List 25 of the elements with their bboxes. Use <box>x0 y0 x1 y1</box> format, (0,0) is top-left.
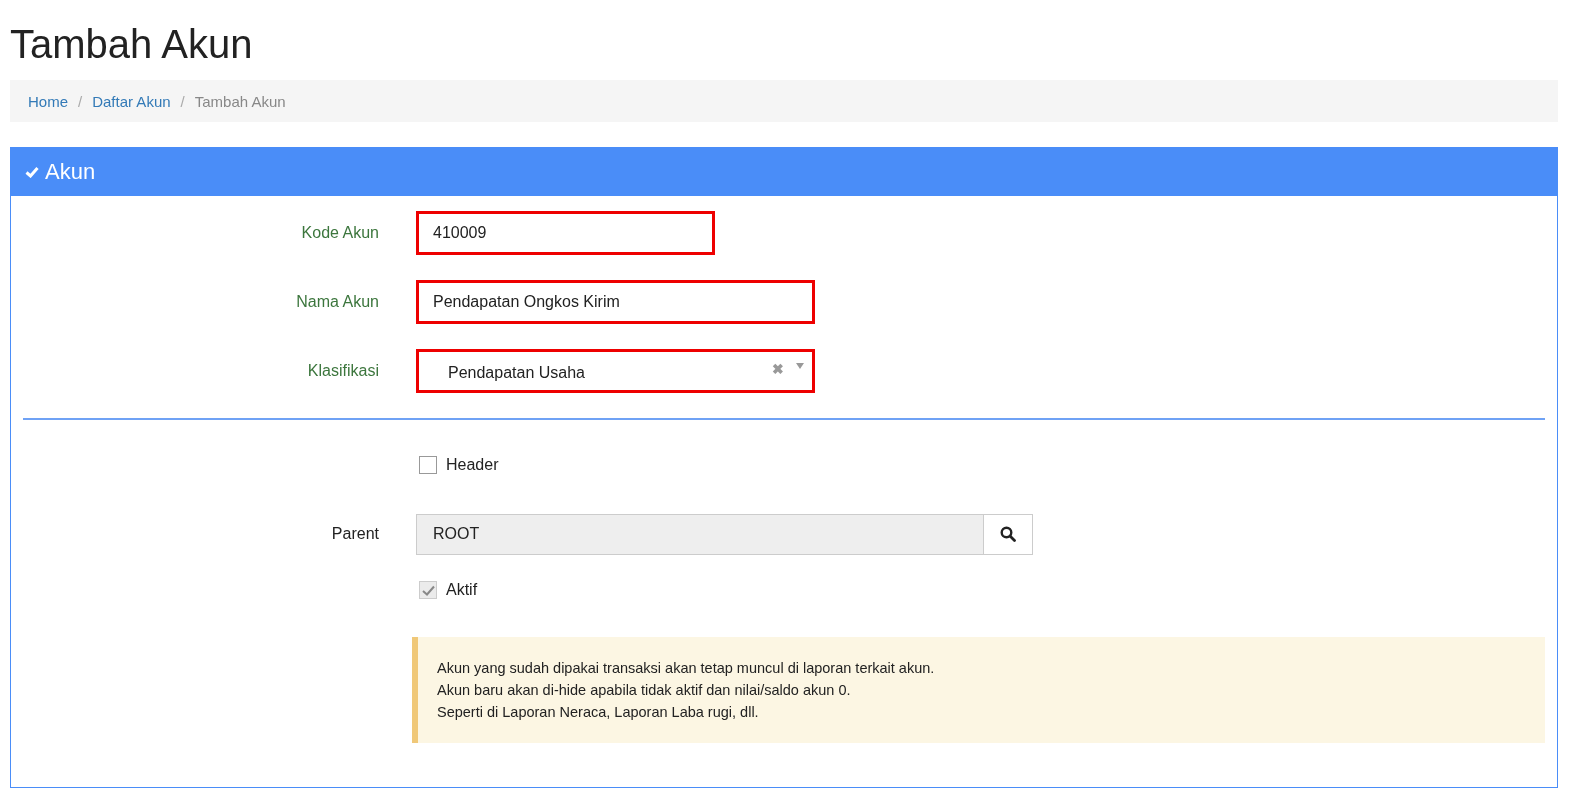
checkbox-label: Aktif <box>446 581 478 599</box>
input-field[interactable]: Pendapatan Ongkos Kirim <box>416 280 815 324</box>
field-label: Parent <box>330 525 380 543</box>
search-icon <box>1000 526 1016 542</box>
check-icon <box>25 165 39 178</box>
breadcrumb-link[interactable]: Home <box>28 92 68 110</box>
select-field[interactable]: Pendapatan Usaha ✖ <box>416 349 815 393</box>
breadcrumb-separator: / <box>78 92 83 110</box>
breadcrumb-separator: / <box>180 92 185 110</box>
note-text: Akun yang sudah dipakai transaksi akan tetap muncul di laporan terkait akun. <box>437 659 936 678</box>
note-text: Seperti di Laporan Neraca, Laporan Laba rugi, dll. <box>437 703 760 722</box>
breadcrumb-link[interactable]: Daftar Akun <box>92 92 171 110</box>
checkbox[interactable] <box>419 456 437 474</box>
breadcrumb-current: Tambah Akun <box>194 92 286 110</box>
caret-icon[interactable] <box>796 363 804 369</box>
field-label: Kode Akun <box>300 224 380 242</box>
note-text: Akun baru akan di-hide apabila tidak aktif dan nilai/saldo akun 0. <box>437 681 852 700</box>
checkbox-label: Header <box>446 456 499 474</box>
panel-title: Akun <box>45 158 96 185</box>
field-label: Nama Akun <box>295 293 380 311</box>
input-field[interactable]: 410009 <box>416 211 715 255</box>
search-button[interactable] <box>983 513 1033 555</box>
page-title: Tambah Akun <box>10 21 254 68</box>
input-field[interactable]: ROOT <box>416 513 983 555</box>
field-label: Klasifikasi <box>306 362 380 380</box>
